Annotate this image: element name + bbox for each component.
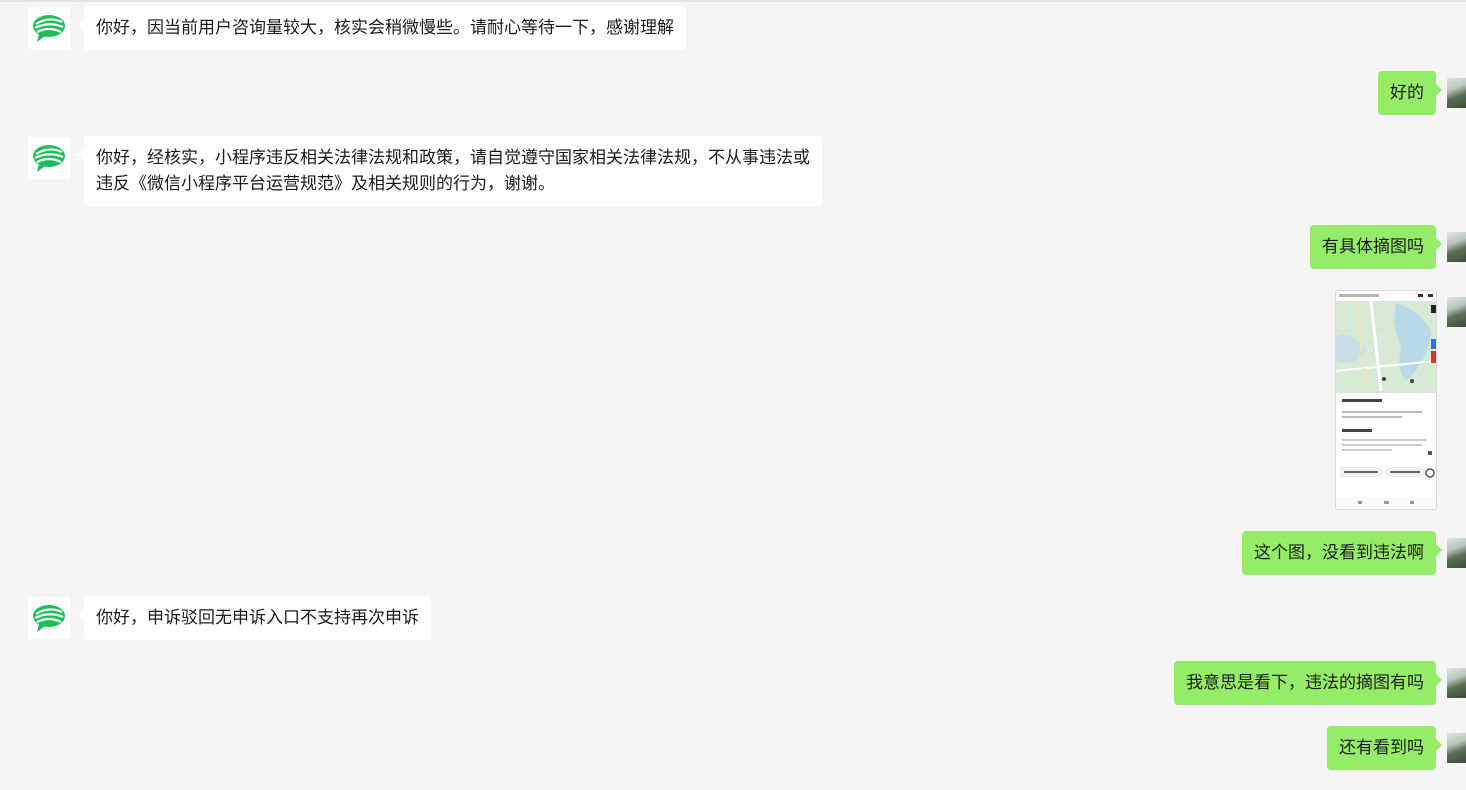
message-text: 有具体摘图吗 [1322,237,1424,257]
user-avatar[interactable] [1447,297,1466,327]
user-avatar[interactable] [1447,538,1466,568]
official-avatar[interactable] [28,7,70,49]
message-bubble-user[interactable]: 有具体摘图吗 [1310,225,1442,269]
user-avatar[interactable] [1447,733,1466,763]
message-text-line: 违反《微信小程序平台运营规范》及相关规则的行为，谢谢。 [96,174,555,194]
chat-window: 你好，因当前用户咨询量较大，核实会稍微慢些。请耐心等待一下，感谢理解 好的 你好… [0,0,1466,790]
message-text: 我意思是看下，违法的摘图有吗 [1186,673,1424,693]
message-bubble-user[interactable]: 还有看到吗 [1327,726,1442,770]
message-bubble-official[interactable]: 你好，因当前用户咨询量较大，核实会稍微慢些。请耐心等待一下，感谢理解 [78,6,686,50]
wechat-team-logo-icon [33,605,65,632]
message-text: 这个图，没看到违法啊 [1254,543,1424,563]
message-text-line: 你好，经核实，小程序违反相关法律法规和政策，请自觉遵守国家相关法律法规，不从事违… [96,148,810,168]
message-text: 好的 [1390,83,1424,103]
message-text: 你好，因当前用户咨询量较大，核实会稍微慢些。请耐心等待一下，感谢理解 [96,18,674,38]
message-text: 还有看到吗 [1339,738,1424,758]
message-bubble-official[interactable]: 你好，经核实，小程序违反相关法律法规和政策，请自觉遵守国家相关法律法规，不从事违… [78,136,822,206]
message-bubble-official[interactable]: 你好，申诉驳回无申诉入口不支持再次申诉 [78,596,431,640]
top-divider [0,0,1466,2]
map-screenshot-thumbnail [1336,291,1436,509]
message-bubble-user[interactable]: 这个图，没看到违法啊 [1242,531,1442,575]
user-avatar[interactable] [1447,668,1466,698]
wechat-team-logo-icon [33,15,65,42]
image-message[interactable] [1335,290,1437,510]
message-bubble-user[interactable]: 好的 [1378,71,1442,115]
user-avatar[interactable] [1447,78,1466,108]
message-bubble-user[interactable]: 我意思是看下，违法的摘图有吗 [1174,661,1442,705]
user-avatar[interactable] [1447,232,1466,262]
message-text: 你好，申诉驳回无申诉入口不支持再次申诉 [96,608,419,628]
official-avatar[interactable] [28,137,70,179]
wechat-team-logo-icon [33,145,65,172]
official-avatar[interactable] [28,597,70,639]
